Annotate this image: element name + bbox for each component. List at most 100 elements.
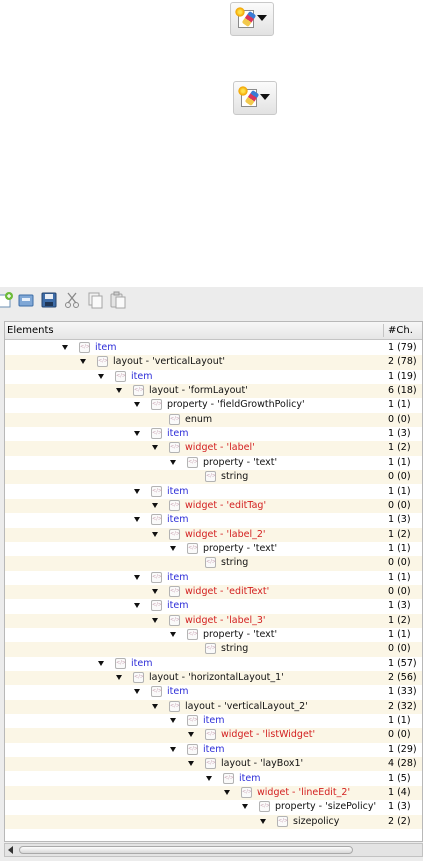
palette-brush-icon: [235, 7, 269, 31]
expand-arrow-icon[interactable]: [152, 617, 158, 623]
tree-row[interactable]: </> item 1 (33): [5, 685, 422, 699]
expand-arrow-icon[interactable]: [152, 502, 158, 508]
open-button[interactable]: [17, 291, 35, 309]
tree-node-label: property - 'text': [203, 542, 278, 554]
expand-arrow-icon[interactable]: [98, 660, 104, 666]
child-count: 1 (2): [388, 614, 411, 626]
tree-row[interactable]: </> layout - 'horizontalLayout_1' 2 (56): [5, 671, 422, 686]
tree-row[interactable]: </> property - 'fieldGrowthPolicy' 1 (1): [5, 398, 422, 412]
tree-row[interactable]: </> item 1 (1): [5, 485, 422, 499]
tree-row[interactable]: </> property - 'sizePolicy' 1 (3): [5, 800, 422, 814]
expand-arrow-icon[interactable]: [80, 359, 86, 365]
tree-row[interactable]: </> widget - 'label' 1 (2): [5, 441, 422, 456]
expand-arrow-icon[interactable]: [152, 531, 158, 537]
expand-arrow-icon[interactable]: [134, 689, 140, 695]
expand-arrow-icon[interactable]: [116, 388, 122, 394]
tree-row[interactable]: </> layout - 'verticalLayout' 2 (78): [5, 355, 422, 370]
expand-arrow-icon[interactable]: [242, 804, 248, 810]
tree-row[interactable]: </> widget - 'editTag' 0 (0): [5, 498, 422, 514]
child-count: 1 (57): [388, 657, 417, 669]
tree-row[interactable]: </> sizepolicy 2 (2): [5, 814, 422, 829]
tree-row[interactable]: </> layout - 'formLayout' 6 (18): [5, 384, 422, 399]
tree-row[interactable]: </> property - 'text' 1 (1): [5, 628, 422, 642]
element-tree[interactable]: Elements #Ch. </> item 1 (79) </> layout - '…: [4, 321, 423, 842]
tree-row[interactable]: </> widget - 'label_2' 1 (2): [5, 527, 422, 542]
tree-row[interactable]: </> item 1 (3): [5, 513, 422, 527]
tree-row[interactable]: </> widget - 'editText' 0 (0): [5, 584, 422, 600]
tree-row[interactable]: </> item 1 (29): [5, 743, 422, 757]
expand-arrow-icon[interactable]: [170, 545, 176, 551]
expand-arrow-icon[interactable]: [62, 345, 68, 350]
tree-row[interactable]: </> enum 0 (0): [5, 412, 422, 428]
scroll-left-arrow-icon[interactable]: [8, 846, 13, 854]
xml-node-icon: </>: [169, 442, 180, 454]
tree-node-label: widget - 'label': [185, 442, 255, 454]
copy-button[interactable]: [86, 291, 104, 309]
expand-arrow-icon[interactable]: [224, 789, 230, 795]
expand-arrow-icon[interactable]: [98, 373, 104, 379]
tree-row[interactable]: </> layout - 'layBox1' 4 (28): [5, 757, 422, 772]
column-header-children[interactable]: #Ch.: [388, 325, 413, 336]
tree-row[interactable]: </> item 1 (3): [5, 599, 422, 613]
tree-row[interactable]: </> item 1 (1): [5, 714, 422, 728]
style-tool-dropdown-button[interactable]: [233, 81, 277, 115]
tree-row[interactable]: </> item 1 (79): [5, 341, 422, 355]
xml-node-icon: </>: [187, 715, 198, 727]
tree-node-label: layout - 'layBox1': [221, 758, 304, 770]
expand-arrow-icon[interactable]: [134, 431, 140, 437]
tree-node-label: item: [167, 600, 189, 612]
column-header-elements[interactable]: Elements: [7, 325, 54, 336]
child-count: 0 (0): [388, 471, 411, 483]
tree-row[interactable]: </> item 1 (1): [5, 571, 422, 585]
child-count: 1 (19): [388, 370, 417, 382]
tree-node-label: string: [221, 471, 249, 483]
paste-button[interactable]: [109, 291, 127, 309]
tree-node-label: sizepolicy: [293, 815, 340, 827]
tree-row[interactable]: </> string 0 (0): [5, 470, 422, 485]
tree-row[interactable]: </> string 0 (0): [5, 642, 422, 657]
cut-button[interactable]: [63, 291, 81, 309]
new-node-button[interactable]: [0, 291, 14, 309]
expand-arrow-icon[interactable]: [170, 746, 176, 752]
expand-arrow-icon[interactable]: [134, 517, 140, 523]
expand-arrow-icon[interactable]: [260, 818, 266, 824]
tree-row[interactable]: </> widget - 'lineEdit_2' 1 (4): [5, 785, 422, 801]
tree-row[interactable]: </> string 0 (0): [5, 556, 422, 571]
save-button[interactable]: [40, 291, 58, 309]
tree-node-label: layout - 'formLayout': [149, 385, 248, 397]
open-icon: [18, 294, 34, 307]
expand-arrow-icon[interactable]: [134, 488, 140, 494]
expand-arrow-icon[interactable]: [152, 703, 158, 709]
expand-arrow-icon[interactable]: [152, 588, 158, 594]
xml-node-icon: </>: [115, 370, 126, 382]
tree-row[interactable]: </> widget - 'label_3' 1 (2): [5, 613, 422, 628]
tree-node-label: item: [167, 514, 189, 526]
xml-node-icon: </>: [187, 542, 198, 554]
expand-arrow-icon[interactable]: [170, 718, 176, 724]
expand-arrow-icon[interactable]: [170, 459, 176, 465]
tree-row[interactable]: </> property - 'text' 1 (1): [5, 456, 422, 470]
expand-arrow-icon[interactable]: [170, 632, 176, 637]
xml-node-icon: </>: [187, 629, 198, 640]
horizontal-scrollbar[interactable]: [4, 843, 423, 857]
expand-arrow-icon[interactable]: [206, 775, 212, 781]
tree-row[interactable]: </> item 1 (57): [5, 657, 422, 671]
expand-arrow-icon[interactable]: [134, 603, 140, 609]
xml-node-icon: </>: [79, 342, 90, 353]
scrollbar-thumb[interactable]: [19, 846, 353, 854]
expand-arrow-icon[interactable]: [188, 732, 194, 738]
expand-arrow-icon[interactable]: [116, 675, 122, 681]
save-icon: [41, 292, 57, 308]
expand-arrow-icon[interactable]: [134, 574, 140, 580]
tree-row[interactable]: </> property - 'text' 1 (1): [5, 542, 422, 556]
tree-row[interactable]: </> item 1 (19): [5, 370, 422, 384]
expand-arrow-icon[interactable]: [152, 445, 158, 451]
expand-arrow-icon[interactable]: [188, 761, 194, 767]
expand-arrow-icon[interactable]: [134, 402, 140, 408]
chevron-down-icon: [257, 15, 267, 21]
tree-row[interactable]: </> layout - 'verticalLayout_2' 2 (32): [5, 699, 422, 715]
tree-row[interactable]: </> item 1 (5): [5, 772, 422, 786]
tree-row[interactable]: </> item 1 (3): [5, 427, 422, 441]
tree-row[interactable]: </> widget - 'listWidget' 0 (0): [5, 728, 422, 743]
style-tool-dropdown-button[interactable]: [230, 2, 274, 36]
